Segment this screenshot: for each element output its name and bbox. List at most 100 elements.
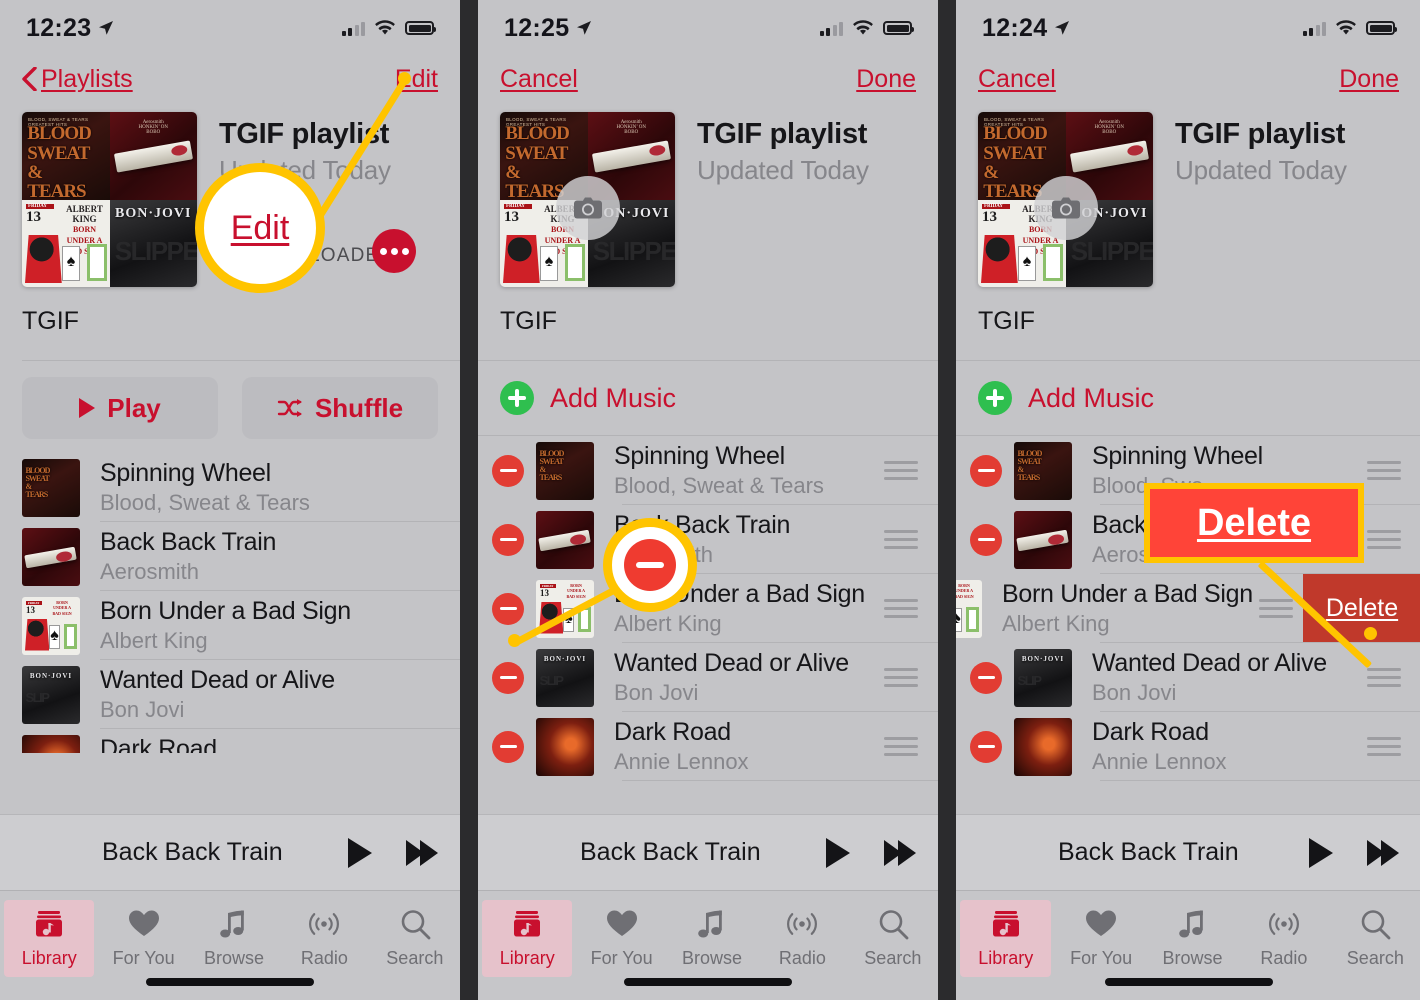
table-row[interactable]: BLOODSWEAT Spinning Wheel Blood, Sweat &…: [478, 781, 938, 784]
table-row[interactable]: BON·JOVI SLIP Wanted Dead or Alive Bon Jo…: [478, 643, 938, 712]
reorder-handle-icon[interactable]: [884, 525, 918, 554]
play-icon[interactable]: [826, 837, 850, 868]
back-label: Playlists: [41, 64, 133, 93]
fast-forward-icon[interactable]: [406, 839, 438, 866]
more-options-button[interactable]: [372, 229, 416, 273]
table-row[interactable]: Dark Road Annie Lennox: [0, 729, 460, 753]
now-playing-bar[interactable]: Back Back Train: [0, 814, 460, 890]
add-music-button[interactable]: Add Music: [478, 361, 938, 435]
table-row[interactable]: BLOODSWEAT&TEARS Spinning Wheel Blood, S…: [478, 436, 938, 505]
playlist-title[interactable]: TGIF playlist: [1175, 118, 1399, 151]
shuffle-button[interactable]: Shuffle: [242, 377, 438, 439]
tab-radio[interactable]: Radio: [279, 900, 369, 977]
remove-song-button[interactable]: [970, 730, 1002, 763]
table-row[interactable]: BLOODSWEAT Spinning Wheel Blood, Sweat &…: [956, 781, 1420, 784]
play-icon[interactable]: [348, 837, 372, 868]
remove-song-button[interactable]: [492, 592, 524, 625]
remove-song-button[interactable]: [492, 454, 524, 487]
tab-label: For You: [590, 948, 653, 968]
panel-edit-mode: 12:25 Cancel Done BLOOD, SWEAT & TEARS G…: [478, 0, 938, 1000]
reorder-handle-icon[interactable]: [884, 732, 918, 761]
fast-forward-icon[interactable]: [1367, 839, 1399, 866]
tab-browse[interactable]: Browse: [1147, 900, 1238, 977]
done-button[interactable]: Done: [856, 65, 916, 94]
tab-radio[interactable]: Radio: [1238, 900, 1329, 977]
tab-search[interactable]: Search: [848, 900, 938, 977]
tab-for-you[interactable]: For You: [1055, 900, 1146, 977]
reorder-handle-icon[interactable]: [884, 594, 918, 623]
camera-icon: [1051, 197, 1080, 219]
remove-song-button[interactable]: [492, 661, 524, 694]
add-music-button[interactable]: Add Music: [956, 361, 1420, 435]
now-playing-bar[interactable]: Back Back Train: [478, 814, 938, 890]
reorder-handle-icon[interactable]: [1367, 732, 1401, 761]
play-button[interactable]: Play: [22, 377, 218, 439]
back-to-playlists-button[interactable]: Playlists: [22, 65, 133, 94]
change-artwork-button[interactable]: [1033, 176, 1098, 241]
navigation-bar: Cancel Done: [956, 56, 1420, 102]
reorder-handle-icon[interactable]: [1367, 525, 1401, 554]
tab-library[interactable]: Library: [960, 900, 1052, 977]
tab-label: Library: [21, 948, 77, 968]
cancel-button[interactable]: Cancel: [978, 65, 1056, 94]
callout-anchor-dot: [508, 634, 521, 647]
add-music-label: Add Music: [550, 382, 677, 413]
song-artist: Albert King: [614, 611, 722, 636]
playlist-title[interactable]: TGIF playlist: [697, 118, 916, 151]
song-artist: Bon Jovi: [614, 680, 699, 705]
tab-label: Search: [386, 948, 444, 968]
album-thumbnail: BON·JOVI SLIP: [536, 648, 594, 707]
tab-library[interactable]: Library: [482, 900, 573, 977]
tab-radio[interactable]: Radio: [757, 900, 847, 977]
table-row[interactable]: Dark Road Annie Lennox: [478, 712, 938, 781]
tab-browse[interactable]: Browse: [667, 900, 757, 977]
album-thumbnail: FRIDAY13BORNUNDER ABAD SIGN: [956, 579, 982, 638]
reorder-handle-icon[interactable]: [1367, 663, 1401, 692]
now-playing-bar[interactable]: Back Back Train: [956, 814, 1420, 890]
three-panel-screenshot: 12:23 Playlists Edit BLOOD, SWEAT & TEAR…: [0, 0, 1420, 1000]
navigation-bar: Cancel Done: [478, 56, 938, 102]
done-button[interactable]: Done: [1339, 65, 1399, 94]
delete-swipe-button[interactable]: Delete: [1303, 574, 1420, 642]
remove-song-button[interactable]: [970, 523, 1002, 556]
remove-song-button[interactable]: [492, 523, 524, 556]
playlist-description[interactable]: TGIF: [478, 287, 938, 360]
table-row[interactable]: FRIDAY13BORNUNDER ABAD SIGN Born Under a…: [0, 591, 460, 660]
table-row[interactable]: BLOODSWEAT&TEARS Spinning Wheel Blood, S…: [0, 453, 460, 522]
tab-for-you[interactable]: For You: [98, 900, 188, 977]
reorder-handle-icon[interactable]: [884, 456, 918, 485]
playlist-artwork[interactable]: BLOOD, SWEAT & TEARS GREATEST HITS BLOOD S…: [978, 112, 1153, 287]
reorder-handle-icon[interactable]: [1367, 456, 1401, 485]
reorder-handle-icon[interactable]: [1259, 594, 1293, 623]
song-artist: Blood, Sweat & Tears: [614, 473, 824, 498]
music-note-icon: [697, 906, 727, 942]
reorder-handle-icon[interactable]: [884, 663, 918, 692]
table-row[interactable]: Back Back Train Aerosmith: [0, 522, 460, 591]
table-row-swiped[interactable]: FRIDAY13BORNUNDER ABAD SIGN Born Under a…: [956, 574, 1420, 643]
playlist-artwork[interactable]: BLOOD, SWEAT & TEARS GREATEST HITS BLOOD S…: [500, 112, 675, 287]
remove-song-button[interactable]: [970, 454, 1002, 487]
music-note-icon: [1178, 906, 1208, 942]
playlist-description[interactable]: TGIF: [956, 287, 1420, 360]
playlist-subtitle: Updated Today: [1175, 155, 1347, 185]
fast-forward-icon[interactable]: [884, 839, 916, 866]
remove-song-button[interactable]: [970, 661, 1002, 694]
tab-for-you[interactable]: For You: [576, 900, 666, 977]
playlist-meta: TGIF playlist Updated Today: [1175, 112, 1399, 287]
table-row[interactable]: FRIDAY13BORNUNDER ABAD SIGN Born Under a…: [478, 574, 938, 643]
remove-song-button[interactable]: [492, 730, 524, 763]
tab-browse[interactable]: Browse: [189, 900, 279, 977]
tab-library[interactable]: Library: [4, 900, 95, 977]
table-row[interactable]: BON·JOVI SLIP Wanted Dead or Alive Bon Jo…: [0, 660, 460, 729]
tab-search[interactable]: Search: [1330, 900, 1420, 977]
song-title: Dark Road: [100, 735, 217, 753]
song-title: Wanted Dead or Alive: [100, 666, 335, 694]
play-icon[interactable]: [1309, 837, 1333, 868]
change-artwork-button[interactable]: [555, 176, 620, 241]
table-row[interactable]: Back Back Train Aerosmith: [478, 505, 938, 574]
cancel-button[interactable]: Cancel: [500, 65, 578, 94]
table-row[interactable]: Dark Road Annie Lennox: [956, 712, 1420, 781]
cellular-signal-icon: [1302, 21, 1326, 36]
music-note-icon: [219, 906, 249, 942]
tab-search[interactable]: Search: [370, 900, 460, 977]
